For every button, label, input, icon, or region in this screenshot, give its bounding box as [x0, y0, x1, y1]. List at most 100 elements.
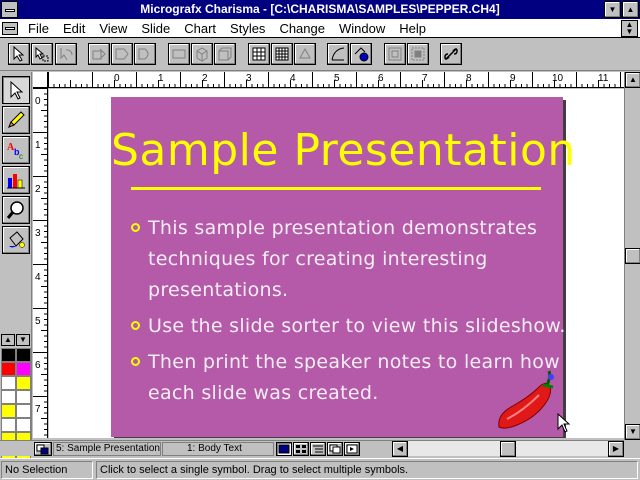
- outline-icon: [313, 445, 323, 453]
- align-grid-button[interactable]: [271, 43, 293, 65]
- slides-icon: [36, 444, 49, 455]
- slide[interactable]: Sample Presentation This sample presenta…: [111, 97, 575, 437]
- link-icon: [444, 48, 458, 60]
- fill-style-button[interactable]: [294, 43, 316, 65]
- pointer-tool[interactable]: [2, 76, 30, 104]
- slide-view-button[interactable]: [276, 442, 292, 456]
- color-fill-icon: [354, 47, 369, 62]
- scroll-down-button[interactable]: ▼: [625, 424, 640, 440]
- color-swatch[interactable]: [16, 390, 31, 404]
- color-swatch[interactable]: [16, 362, 31, 376]
- scroll-up-button[interactable]: ▲: [625, 72, 640, 88]
- bullet-text: This sample presentation demonstrates te…: [148, 213, 537, 306]
- palette-scroll-down-button[interactable]: ▼: [16, 334, 30, 346]
- fill-tool[interactable]: [2, 226, 30, 254]
- ruler-label: 5: [35, 316, 41, 327]
- color-swatch[interactable]: [16, 348, 31, 362]
- menu-edit[interactable]: Edit: [57, 21, 93, 36]
- 3d-shape-button[interactable]: [214, 43, 236, 65]
- ruler-label: 11: [598, 73, 609, 84]
- zoom-tool[interactable]: [2, 196, 30, 224]
- text-tool[interactable]: Abc: [2, 136, 30, 164]
- ruler-label: 6: [35, 360, 41, 371]
- color-swatch[interactable]: [16, 404, 31, 418]
- color-swatch[interactable]: [1, 362, 16, 376]
- shape-tool-button[interactable]: [134, 43, 156, 65]
- maximize-button[interactable]: ▲: [622, 1, 639, 18]
- color-swatch[interactable]: [1, 348, 16, 362]
- slide-title[interactable]: Sample Presentation: [111, 125, 575, 176]
- grid-table-button[interactable]: [248, 43, 270, 65]
- lasso-select-button[interactable]: [31, 43, 53, 65]
- ruler-label: 6: [378, 73, 384, 84]
- sorter-view-button[interactable]: [293, 442, 309, 456]
- menu-styles[interactable]: Styles: [224, 21, 273, 36]
- drawing-canvas[interactable]: Sample Presentation This sample presenta…: [49, 89, 624, 438]
- palette-scroll-up-button[interactable]: ▲: [1, 334, 15, 346]
- scroll-left-button[interactable]: ◀: [392, 441, 408, 457]
- restore-button[interactable]: ▲ ▼: [621, 20, 638, 37]
- pencil-tool[interactable]: [2, 106, 30, 134]
- vertical-scroll-thumb[interactable]: [625, 248, 640, 264]
- menu-window[interactable]: Window: [333, 21, 393, 36]
- slide-view-icon: [278, 444, 290, 454]
- text-abc-icon: Abc: [7, 142, 23, 160]
- scroll-right-button[interactable]: ▶: [608, 441, 624, 457]
- pointer-icon: [10, 80, 24, 100]
- color-swatch[interactable]: [1, 376, 16, 390]
- chili-pepper-icon[interactable]: [493, 367, 559, 433]
- color-fill-button[interactable]: [350, 43, 372, 65]
- color-swatch[interactable]: [1, 418, 16, 432]
- menu-file[interactable]: File: [22, 21, 57, 36]
- document-system-menu-icon[interactable]: [2, 22, 18, 35]
- current-layer-field[interactable]: 1: Body Text: [162, 442, 274, 456]
- slide-navigation-bar: 5: Sample Presentation 1: Body Text: [0, 440, 392, 456]
- chart-tool[interactable]: [2, 166, 30, 194]
- color-swatch[interactable]: [1, 404, 16, 418]
- menu-help[interactable]: Help: [393, 21, 434, 36]
- bullet-line: techniques for creating interesting: [148, 248, 488, 270]
- curve-line-icon: [331, 47, 345, 61]
- paint-can-icon: [299, 47, 311, 59]
- screen-show-button[interactable]: [344, 442, 360, 456]
- current-slide-field[interactable]: 5: Sample Presentation: [53, 442, 161, 456]
- rotate-select-button[interactable]: [55, 43, 77, 65]
- ruler-label: 7: [422, 73, 428, 84]
- arrow-select-icon: [13, 46, 25, 62]
- bullet-icon: [131, 223, 140, 232]
- slide-sorter-icon: [296, 445, 306, 453]
- send-backward-button[interactable]: [111, 43, 133, 65]
- horizontal-scroll-thumb[interactable]: [500, 441, 516, 457]
- menu-change[interactable]: Change: [273, 21, 333, 36]
- toolbar: [0, 39, 640, 71]
- outline-view-button[interactable]: [310, 442, 326, 456]
- color-swatch[interactable]: [16, 418, 31, 432]
- ungroup-button[interactable]: [407, 43, 429, 65]
- select-tool-button[interactable]: [8, 43, 30, 65]
- minimize-button[interactable]: ▼: [604, 1, 621, 18]
- link-button[interactable]: [440, 43, 462, 65]
- rectangle-button[interactable]: [168, 43, 190, 65]
- horizontal-scrollbar[interactable]: ◀ ▶: [392, 440, 624, 457]
- ruler-label: 9: [510, 73, 516, 84]
- ruler-label: 1: [35, 140, 41, 151]
- ruler-label: 5: [334, 73, 340, 84]
- ruler-label: 3: [35, 228, 41, 239]
- notes-view-button[interactable]: [327, 442, 343, 456]
- menu-view[interactable]: View: [93, 21, 135, 36]
- group-button[interactable]: [384, 43, 406, 65]
- line-style-button[interactable]: [327, 43, 349, 65]
- menu-slide[interactable]: Slide: [135, 21, 178, 36]
- vertical-scrollbar[interactable]: ▲ ▼: [624, 72, 640, 440]
- bar-chart-icon: [7, 174, 25, 189]
- tool-palette: Abc ▲ ▼: [0, 72, 32, 480]
- menu-chart[interactable]: Chart: [178, 21, 224, 36]
- color-swatch[interactable]: [1, 390, 16, 404]
- ruler-label: 2: [202, 73, 208, 84]
- grid-icon: [275, 47, 289, 61]
- slide-list-button[interactable]: [34, 442, 52, 456]
- bring-forward-button[interactable]: [88, 43, 110, 65]
- 3d-box-button[interactable]: [191, 43, 213, 65]
- color-swatch[interactable]: [16, 376, 31, 390]
- ruler-label: 0: [114, 73, 120, 84]
